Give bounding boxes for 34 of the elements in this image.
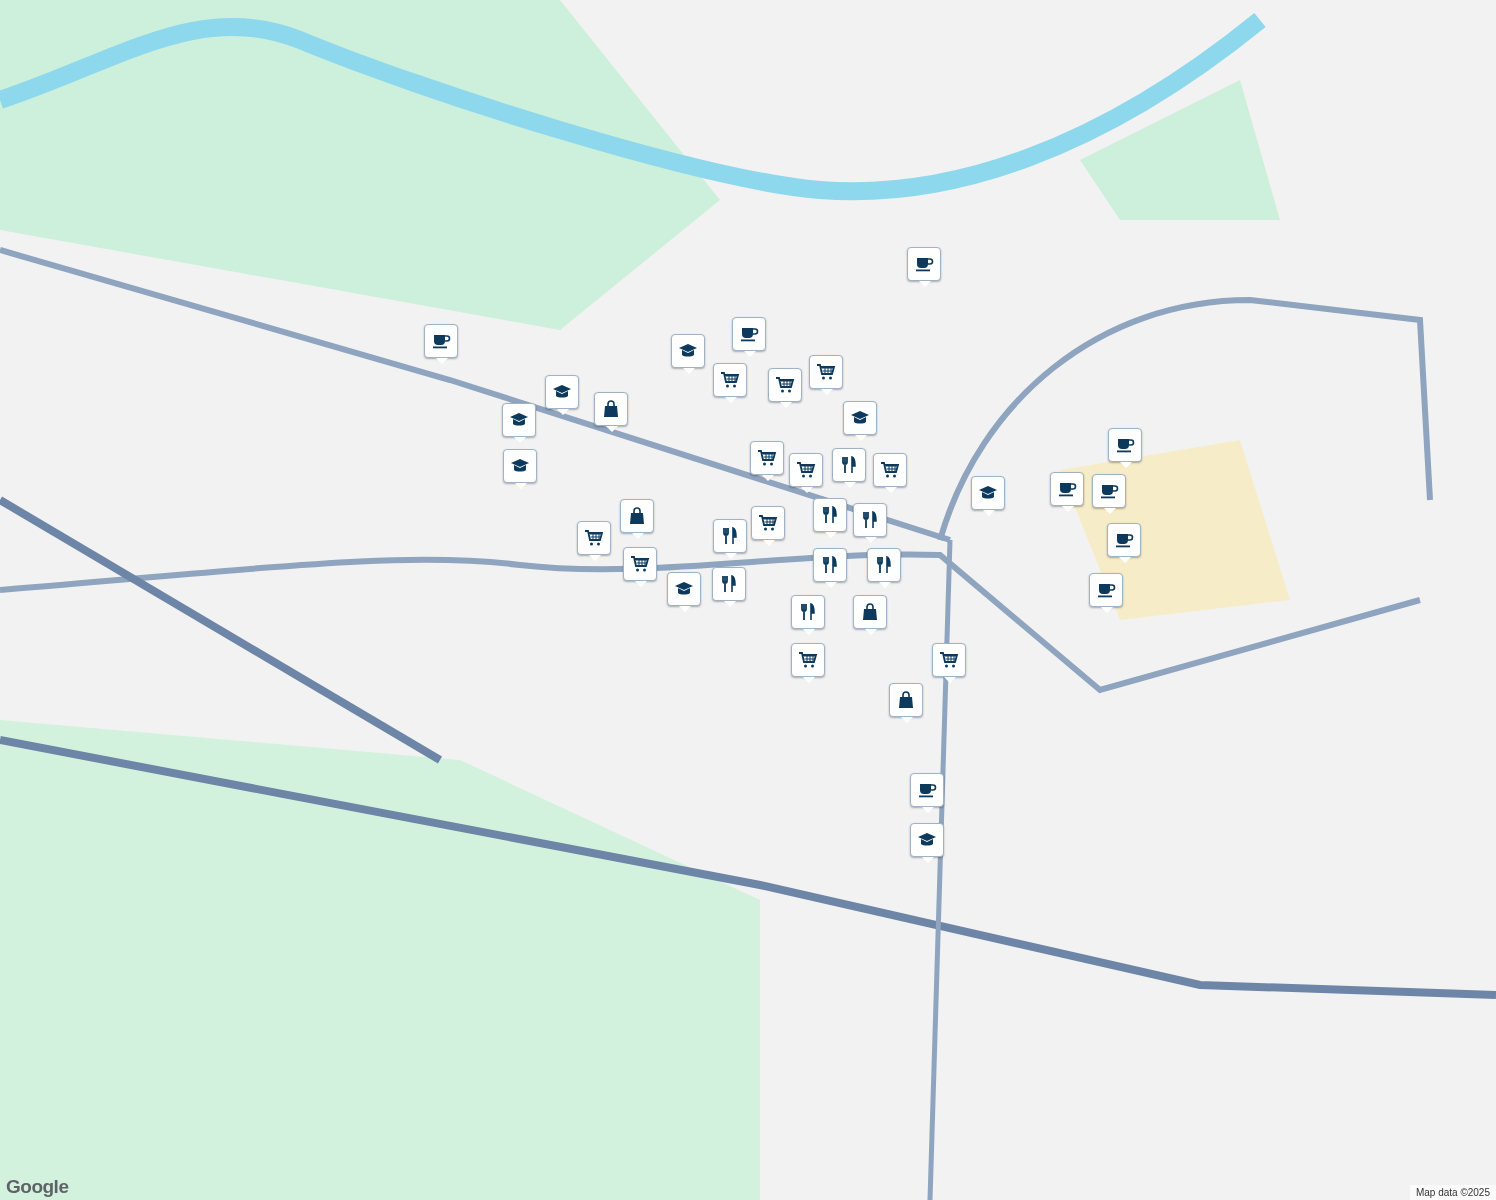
fork-knife-icon bbox=[798, 603, 818, 621]
shopping-cart-icon bbox=[758, 514, 778, 532]
shopping-cart-icon bbox=[757, 449, 777, 467]
cup-icon bbox=[1114, 531, 1134, 549]
shopping-bag-icon bbox=[860, 603, 880, 621]
cup-icon bbox=[1096, 581, 1116, 599]
cup-icon bbox=[739, 325, 759, 343]
cup-icon bbox=[1057, 480, 1077, 498]
shopping-cart-icon bbox=[630, 555, 650, 573]
map-data-credit: Map data ©2025 bbox=[1409, 1185, 1496, 1200]
fork-knife-icon bbox=[839, 456, 859, 474]
shopping-cart-icon bbox=[584, 529, 604, 547]
shopping-bag-icon bbox=[627, 507, 647, 525]
fork-knife-icon bbox=[874, 556, 894, 574]
shopping-cart-icon bbox=[796, 461, 816, 479]
cup-icon bbox=[914, 255, 934, 273]
logo: Google bbox=[6, 1176, 69, 1198]
shopping-cart-icon bbox=[939, 651, 959, 669]
fork-knife-icon bbox=[820, 506, 840, 524]
shopping-cart-icon bbox=[816, 363, 836, 381]
fork-knife-icon bbox=[820, 556, 840, 574]
shopping-cart-icon bbox=[775, 376, 795, 394]
fork-knife-icon bbox=[860, 511, 880, 529]
cup-icon bbox=[1099, 482, 1119, 500]
fork-knife-icon bbox=[720, 527, 740, 545]
shopping-cart-icon bbox=[798, 651, 818, 669]
shopping-cart-icon bbox=[880, 461, 900, 479]
shopping-bag-icon bbox=[896, 691, 916, 709]
cup-icon bbox=[917, 781, 937, 799]
cup-icon bbox=[431, 332, 451, 350]
fork-knife-icon bbox=[719, 575, 739, 593]
shopping-cart-icon bbox=[720, 371, 740, 389]
shopping-bag-icon bbox=[601, 400, 621, 418]
cup-icon bbox=[1115, 436, 1135, 454]
